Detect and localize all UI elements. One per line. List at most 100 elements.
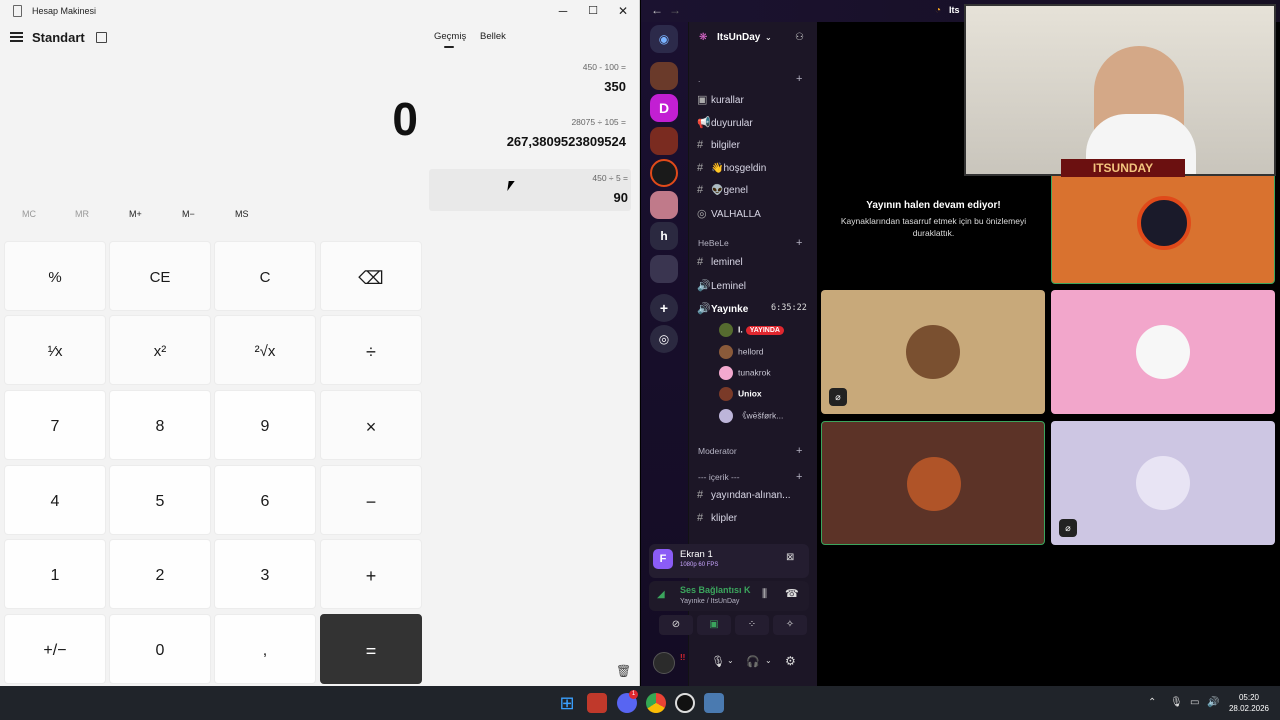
negate-button[interactable]: +/− [4,614,106,684]
channel-bilgiler[interactable]: # bilgiler [697,139,740,151]
tab-history[interactable]: Geçmiş [434,31,466,42]
voice-channel-yayinke[interactable]: 🔊Yayınke [697,302,748,315]
participant-tile[interactable]: ⌀ [821,290,1045,414]
square-button[interactable]: x² [109,315,211,385]
chevron-up-icon[interactable]: ⌃ [1148,697,1156,708]
chevron-down-icon[interactable]: ⌄ [727,656,734,665]
history-item[interactable]: 450 ÷ 5 = 90 [429,169,631,211]
decimal-button[interactable]: , [214,614,316,684]
taskbar-clock[interactable]: 05:20 28.02.2026 [1224,692,1274,714]
explore-icon[interactable]: ◎ [650,325,678,353]
participant-tile[interactable]: ⌀ [1051,421,1275,545]
camera-off-icon[interactable]: ⊘ [659,615,693,635]
add-channel-icon[interactable]: + [796,445,802,457]
chevron-down-icon[interactable]: ⌄ [765,656,772,665]
digit-4-button[interactable]: 4 [4,465,106,535]
server-icon[interactable] [650,127,678,155]
divide-button[interactable]: ÷ [320,315,422,385]
backspace-button[interactable]: ⌫ [320,241,422,311]
history-item[interactable]: 28075 ÷ 105 = 267,3809523809524 [429,117,629,157]
ms-button[interactable]: MS [235,209,249,219]
m-plus-button[interactable]: M+ [129,209,142,219]
digit-7-button[interactable]: 7 [4,390,106,460]
tab-memory[interactable]: Bellek [480,31,506,42]
digit-2-button[interactable]: 2 [109,539,211,609]
minimize-icon[interactable]: ─ [554,3,572,19]
percent-button[interactable]: % [4,241,106,311]
forward-icon[interactable]: → [669,3,681,17]
microphone-icon[interactable]: 🎙 [711,655,725,668]
soundboard-icon[interactable]: ⫼ [762,588,767,601]
server-icon[interactable]: h [650,222,678,250]
home-icon[interactable]: ◉ [650,25,678,53]
channel-duyurular[interactable]: 📢duyurular [697,116,753,129]
square-root-button[interactable]: ²√x [214,315,316,385]
channel-valhalla[interactable]: ◎ VALHALLA [697,207,761,220]
activities-icon[interactable]: ⁘ [735,615,769,635]
start-icon[interactable]: ⊞ [557,693,577,713]
category-icerik[interactable]: --- içerik --- [698,472,740,482]
microphone-icon[interactable]: 🎙 [1170,697,1183,708]
digit-3-button[interactable]: 3 [214,539,316,609]
channel-leminel[interactable]: # leminel [697,256,743,268]
invite-icon[interactable]: ⚇ [795,32,804,43]
add-channel-icon[interactable]: + [796,73,802,85]
digit-6-button[interactable]: 6 [214,465,316,535]
server-icon[interactable] [650,191,678,219]
server-icon[interactable]: D [650,94,678,122]
add-server-icon[interactable]: + [650,294,678,322]
clear-button[interactable]: C [214,241,316,311]
chevron-down-icon[interactable]: ⌄ [765,33,772,42]
m-minus-button[interactable]: M− [182,209,195,219]
category-hebele[interactable]: HeBeLe [698,238,729,248]
disconnect-icon[interactable]: ☎ [785,587,799,600]
screen-share-icon[interactable]: ▣ [697,615,731,635]
headphones-icon[interactable]: 🎧 [746,655,760,668]
taskbar-app-icon[interactable] [587,693,607,713]
channel-kurallar[interactable]: ▣ kurallar [697,93,744,106]
participant-tile[interactable] [1051,290,1275,414]
mr-button[interactable]: MR [75,209,89,219]
equals-button[interactable]: = [320,614,422,684]
digit-0-button[interactable]: 0 [109,614,211,684]
back-icon[interactable]: ← [651,3,663,17]
keep-on-top-icon[interactable] [96,32,107,43]
digit-5-button[interactable]: 5 [109,465,211,535]
voice-user[interactable]: hellord [719,345,764,359]
digit-8-button[interactable]: 8 [109,390,211,460]
server-name[interactable]: ItsUnDay [717,32,760,43]
chrome-icon[interactable] [646,693,666,713]
channel-genel[interactable]: # 👽genel [697,184,748,196]
voice-user[interactable]: I. YAYINDA [719,323,784,337]
trash-icon[interactable]: 🗑 [616,664,631,678]
participant-tile[interactable] [821,421,1045,545]
server-folder-icon[interactable] [650,255,678,283]
reciprocal-button[interactable]: ¹⁄x [4,315,106,385]
gear-icon[interactable]: ⚙ [785,654,796,668]
voice-user[interactable]: tunakrok [719,366,771,380]
digit-1-button[interactable]: 1 [4,539,106,609]
maximize-icon[interactable]: ☐ [584,3,602,19]
voice-user[interactable]: Uniox [719,387,762,401]
network-icon[interactable]: ▭ [1190,697,1199,708]
history-item[interactable]: 450 - 100 = 350 [429,62,629,102]
category-moderator[interactable]: Moderator [698,446,737,456]
digit-9-button[interactable]: 9 [214,390,316,460]
add-channel-icon[interactable]: + [796,237,802,249]
voice-user[interactable]: 《wēšførk... [719,409,783,423]
participant-tile[interactable] [1051,160,1275,284]
server-icon[interactable] [650,159,678,187]
calculator-taskbar-icon[interactable] [704,693,724,713]
stop-stream-icon[interactable]: ⊠ [786,552,794,563]
multiply-button[interactable]: × [320,390,422,460]
subtract-button[interactable]: − [320,465,422,535]
category-dot[interactable]: . [698,74,700,84]
voice-status[interactable]: Ses Bağlantısı K [680,585,751,595]
soundboard-icon[interactable]: ✧ [773,615,807,635]
mc-button[interactable]: MC [22,209,36,219]
obs-icon[interactable] [675,693,695,713]
channel-klipler[interactable]: # klipler [697,512,737,524]
channel-leminel-voice[interactable]: 🔊Leminel [697,279,746,292]
channel-hosgeldin[interactable]: # 👋hoşgeldin [697,162,766,174]
menu-icon[interactable] [10,32,23,42]
